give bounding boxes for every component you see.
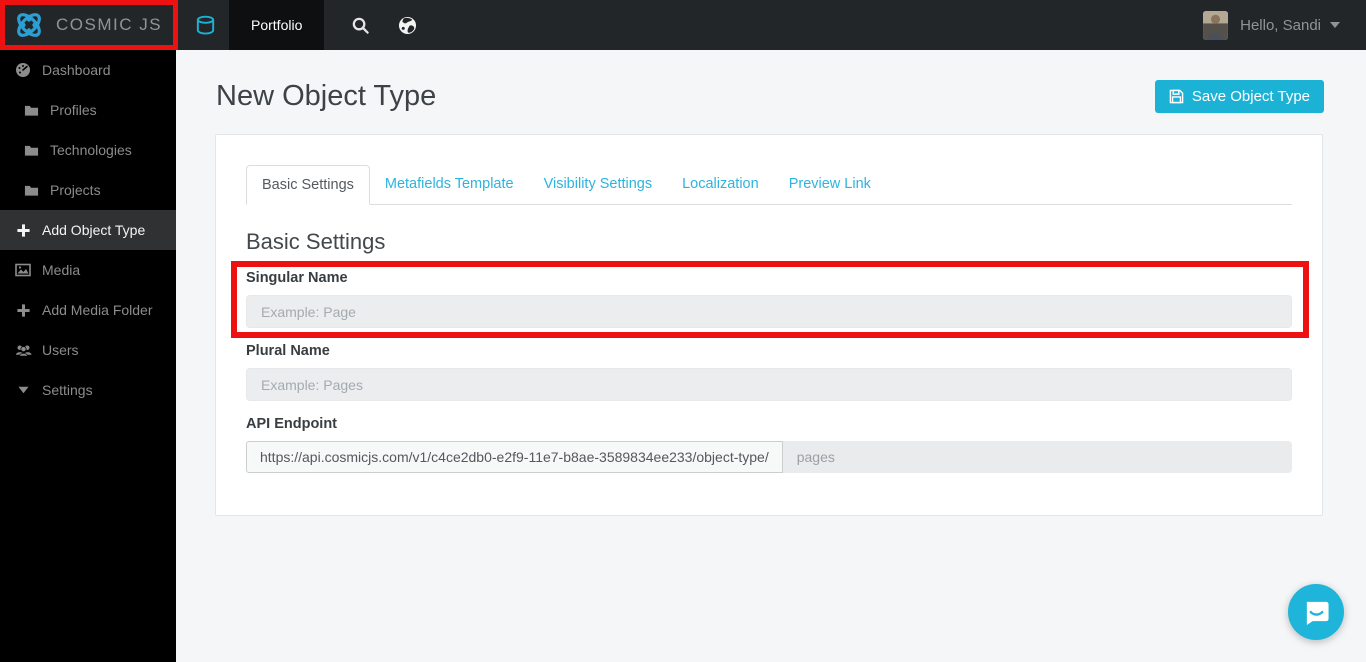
main-content: New Object Type Save Object Type Basic S… xyxy=(176,50,1366,662)
plural-name-input[interactable] xyxy=(246,368,1292,401)
sidebar: Dashboard Profiles Technologies Projects… xyxy=(0,50,176,662)
tab-visibility-settings[interactable]: Visibility Settings xyxy=(529,165,668,205)
tab-localization[interactable]: Localization xyxy=(667,165,774,205)
sidebar-item-label: Technologies xyxy=(50,142,132,158)
globe-icon[interactable] xyxy=(396,14,418,36)
sidebar-item-label: Dashboard xyxy=(42,62,111,78)
singular-name-label: Singular Name xyxy=(246,270,348,286)
section-heading: Basic Settings xyxy=(246,229,386,254)
api-endpoint-field: API Endpoint https://api.cosmicjs.com/v1… xyxy=(246,416,1292,473)
sidebar-item-projects[interactable]: Projects xyxy=(0,170,176,210)
brand[interactable]: COSMIC JS xyxy=(0,0,176,50)
brand-name: COSMIC JS xyxy=(56,15,163,34)
chat-launcher-button[interactable] xyxy=(1288,584,1344,640)
folder-icon xyxy=(22,143,40,158)
plural-name-label: Plural Name xyxy=(246,343,330,359)
sidebar-item-label: Add Media Folder xyxy=(42,302,153,318)
singular-name-input[interactable] xyxy=(246,295,1292,328)
bucket-tab-label: Portfolio xyxy=(251,17,303,33)
sidebar-item-label: Users xyxy=(42,342,79,358)
sidebar-item-settings[interactable]: Settings xyxy=(0,370,176,410)
sidebar-item-label: Projects xyxy=(50,182,101,198)
sidebar-item-label: Media xyxy=(42,262,81,278)
plus-icon xyxy=(14,303,32,318)
tab-preview-link[interactable]: Preview Link xyxy=(774,165,886,205)
folder-icon xyxy=(22,183,40,198)
save-object-type-button[interactable]: Save Object Type xyxy=(1154,80,1324,113)
api-endpoint-prefix: https://api.cosmicjs.com/v1/c4ce2db0-e2f… xyxy=(246,441,783,473)
page-title: New Object Type xyxy=(216,80,437,112)
user-menu[interactable]: Hello, Sandi xyxy=(1203,10,1340,40)
user-greeting: Hello, Sandi xyxy=(1240,16,1321,34)
api-endpoint-label: API Endpoint xyxy=(246,416,338,432)
caret-down-icon xyxy=(1330,22,1340,28)
users-icon xyxy=(14,343,32,358)
folder-icon xyxy=(22,103,40,118)
api-endpoint-row: https://api.cosmicjs.com/v1/c4ce2db0-e2f… xyxy=(246,441,1292,473)
caret-down-icon xyxy=(14,386,32,394)
sidebar-item-label: Settings xyxy=(42,382,93,398)
page-header: New Object Type Save Object Type xyxy=(176,50,1366,113)
object-type-card: Basic Settings Metafields Template Visib… xyxy=(215,134,1323,516)
plural-name-field: Plural Name xyxy=(246,343,1292,401)
sidebar-item-label: Profiles xyxy=(50,102,97,118)
bucket-icon[interactable] xyxy=(193,14,217,37)
dashboard-icon xyxy=(14,62,32,78)
plus-icon xyxy=(14,223,32,238)
top-navbar: COSMIC JS Portfolio Hello, Sandi xyxy=(0,0,1366,50)
cosmic-logo-icon xyxy=(13,9,45,41)
tab-metafields-template[interactable]: Metafields Template xyxy=(370,165,529,205)
singular-name-field: Singular Name xyxy=(246,270,1292,328)
tabs-bar: Basic Settings Metafields Template Visib… xyxy=(246,165,1292,205)
sidebar-item-technologies[interactable]: Technologies xyxy=(0,130,176,170)
chat-bubble-icon xyxy=(1306,601,1329,625)
sidebar-item-users[interactable]: Users xyxy=(0,330,176,370)
sidebar-item-media[interactable]: Media xyxy=(0,250,176,290)
sidebar-item-add-object-type[interactable]: Add Object Type xyxy=(0,210,176,250)
bucket-tab-portfolio[interactable]: Portfolio xyxy=(229,0,325,50)
sidebar-item-add-media-folder[interactable]: Add Media Folder xyxy=(0,290,176,330)
avatar xyxy=(1203,10,1229,40)
image-icon xyxy=(14,262,32,278)
tab-basic-settings[interactable]: Basic Settings xyxy=(246,165,370,205)
sidebar-item-dashboard[interactable]: Dashboard xyxy=(0,50,176,90)
sidebar-item-label: Add Object Type xyxy=(42,222,146,238)
api-endpoint-slug-input[interactable] xyxy=(782,441,1292,473)
save-icon xyxy=(1169,89,1184,104)
save-button-label: Save Object Type xyxy=(1191,88,1310,105)
sidebar-item-profiles[interactable]: Profiles xyxy=(0,90,176,130)
search-icon[interactable] xyxy=(349,14,371,36)
